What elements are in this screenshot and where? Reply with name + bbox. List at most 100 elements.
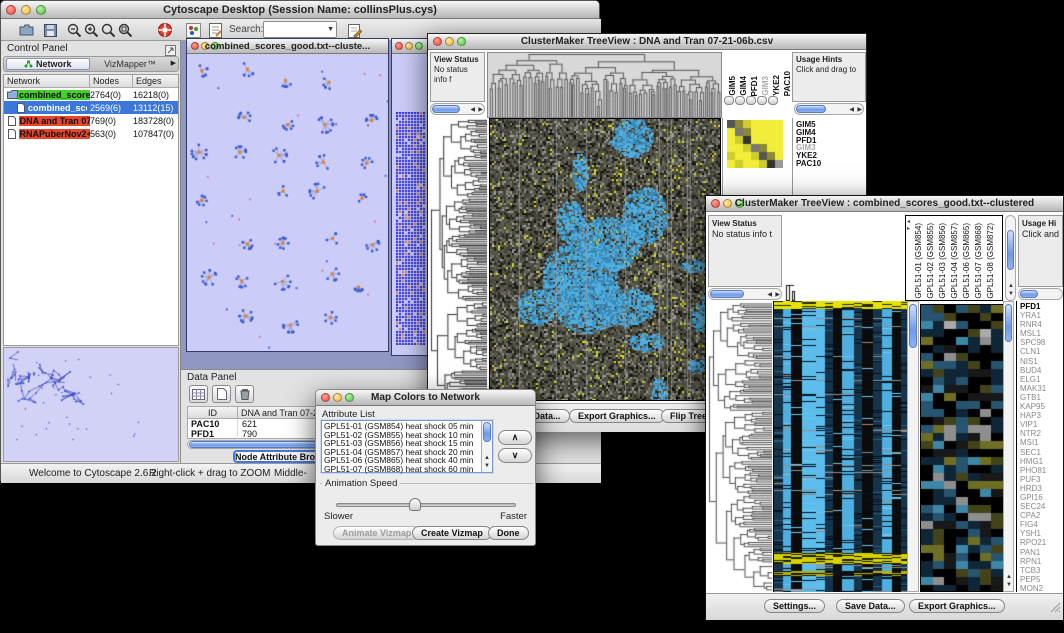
tv1-detail-heatmap[interactable] xyxy=(727,120,783,168)
col-header-edges[interactable]: Edges xyxy=(133,75,178,88)
zoom-button[interactable] xyxy=(415,42,423,50)
scroll-left-icon[interactable]: ◀ xyxy=(849,106,854,115)
tv1-usage-hscrollbar[interactable]: ◀ ▶ xyxy=(794,103,864,115)
tv2-labels-vscroll-thumb[interactable] xyxy=(1007,230,1014,270)
tv1-global-heatmap[interactable] xyxy=(489,118,721,401)
tv2-gene-label[interactable]: NIS1 xyxy=(1020,357,1063,366)
tv2-gene-label[interactable]: BUD4 xyxy=(1020,366,1063,375)
label-pane-arrows-icon[interactable]: ◂▸ xyxy=(907,218,910,232)
tv2-gene-label[interactable]: RPO21 xyxy=(1020,538,1063,547)
scroll-down-icon[interactable]: ▼ xyxy=(484,462,490,471)
network-overview-canvas[interactable] xyxy=(4,348,178,461)
network-name[interactable]: DNA and Tran 07 xyxy=(19,116,90,126)
tv2-column-label[interactable]: GPL51-08 (GSM872) xyxy=(986,223,995,299)
tv2-gene-label[interactable]: MSL1 xyxy=(1020,329,1063,338)
network-overview-panel[interactable] xyxy=(3,347,179,462)
tv1-detail-column-label[interactable]: PAC10 xyxy=(783,71,792,96)
cytoscape-titlebar[interactable]: Cytoscape Desktop (Session Name: collins… xyxy=(1,1,599,19)
zoom-in-icon[interactable] xyxy=(82,21,100,39)
minimize-button[interactable] xyxy=(405,42,413,50)
tv2-column-label[interactable]: GPL51-03 (GSM856) xyxy=(938,223,947,299)
tv1-select-button[interactable] xyxy=(757,96,767,105)
animate-vizmap-button[interactable]: Animate Vizmap xyxy=(333,526,420,540)
tv2-gene-label[interactable]: PFD1 xyxy=(1020,302,1063,311)
tv1-detail-row-label[interactable]: PAC10 xyxy=(796,160,866,168)
help-lifesaver-icon[interactable] xyxy=(156,21,174,39)
tv2-gene-label[interactable]: TCB3 xyxy=(1020,566,1063,575)
tv2-row-dendrogram[interactable] xyxy=(708,301,772,592)
tv2-gene-label[interactable]: KAP95 xyxy=(1020,402,1063,411)
scroll-down-icon[interactable]: ▼ xyxy=(1006,581,1012,590)
search-dropdown-icon[interactable]: ▼ xyxy=(327,26,334,33)
tv2-main-vscrollbar[interactable] xyxy=(907,301,919,592)
save-icon[interactable] xyxy=(41,21,59,39)
attribute-list-vscrollbar[interactable]: ▲ ▼ xyxy=(481,421,492,472)
tv2-gene-label[interactable]: FIG4 xyxy=(1020,520,1063,529)
network-table-row[interactable]: combined_scores2764(0)16218(0) xyxy=(4,88,178,101)
tv2-labels-vscrollbar[interactable]: ▲ ▼ xyxy=(1005,215,1016,301)
tv2-gene-label[interactable]: CLN1 xyxy=(1020,347,1063,356)
dense-network-canvas[interactable] xyxy=(396,112,426,345)
tv2-detail-vscroll-thumb[interactable] xyxy=(1005,304,1012,342)
edit-attributes-icon[interactable] xyxy=(345,21,363,39)
vizmapper-icon[interactable] xyxy=(184,21,202,39)
tv2-column-dendrogram[interactable] xyxy=(784,215,904,301)
tv2-gene-label[interactable]: SEC24 xyxy=(1020,502,1063,511)
tv2-save-data-button[interactable]: Save Data... xyxy=(836,599,905,613)
attr-col-id[interactable]: ID xyxy=(188,407,238,419)
resize-grip-icon[interactable] xyxy=(1049,600,1061,618)
tv2-column-label[interactable]: GPL51-04 (GSM857) xyxy=(950,223,959,299)
network-table-row[interactable]: DNA and Tran 07769(0)183728(0) xyxy=(4,114,178,127)
tab-vizmapper[interactable]: VizMapper™ xyxy=(94,58,166,70)
attribute-list-vscroll-thumb[interactable] xyxy=(483,422,491,442)
tv2-detail-heatmap[interactable] xyxy=(920,304,1004,592)
open-file-icon[interactable] xyxy=(17,21,35,39)
scroll-left-icon[interactable]: ◀ xyxy=(767,291,772,300)
scroll-down-icon[interactable]: ▼ xyxy=(1008,290,1014,299)
tv2-gene-label[interactable]: NTR2 xyxy=(1020,429,1063,438)
network-name[interactable]: combined_sco xyxy=(27,103,87,113)
attribute-listbox[interactable]: GPL51-01 (GSM854) heat shock 05 minGPL51… xyxy=(321,420,493,473)
slider-thumb[interactable] xyxy=(409,498,421,511)
tv1-reset-button[interactable] xyxy=(768,96,778,105)
tv2-gene-label[interactable]: GTB1 xyxy=(1020,393,1063,402)
tv2-gene-label[interactable]: MSI1 xyxy=(1020,438,1063,447)
tv2-gene-label[interactable]: ELG1 xyxy=(1020,375,1063,384)
network-canvas[interactable] xyxy=(187,54,388,351)
tv1-detail-column-label[interactable]: PFD1 xyxy=(750,76,759,96)
tv2-column-label[interactable]: GPL51-01 (GSM854) xyxy=(914,223,923,299)
select-attributes-icon[interactable] xyxy=(189,385,208,403)
tv1-status-hscrollbar[interactable]: ◀ ▶ xyxy=(430,103,485,115)
tv2-gene-label[interactable]: PAN1 xyxy=(1020,548,1063,557)
tv2-gene-label[interactable]: YRA1 xyxy=(1020,311,1063,320)
tv2-gene-label[interactable]: GPI16 xyxy=(1020,493,1063,502)
animation-speed-slider[interactable] xyxy=(336,503,516,507)
zoom-out-icon[interactable] xyxy=(65,21,83,39)
node-attribute-browser-tab[interactable]: Node Attribute Brows xyxy=(233,450,325,463)
tv2-gene-label[interactable]: MON2 xyxy=(1020,584,1063,592)
tv2-gene-label[interactable]: PUF3 xyxy=(1020,475,1063,484)
tab-network[interactable]: Network xyxy=(6,58,90,70)
tv2-status-hscrollbar[interactable]: ◀ ▶ xyxy=(708,288,782,300)
tv2-gene-label[interactable]: HRD3 xyxy=(1020,484,1063,493)
network-frame-hidden-titlebar[interactable] xyxy=(392,39,431,54)
tv1-pan-button[interactable] xyxy=(746,96,756,105)
network-table-row[interactable]: combined_sco2569(6)13112(15) xyxy=(4,101,178,114)
tv2-usage-hscrollbar[interactable] xyxy=(1018,288,1063,300)
network-frame-titlebar[interactable]: combined_scores_good.txt--cluste... xyxy=(187,39,388,54)
tv2-export-graphics-button[interactable]: Export Graphics... xyxy=(909,599,1005,613)
search-input[interactable]: ▼ xyxy=(263,21,337,38)
tv1-usage-hscroll-thumb[interactable] xyxy=(796,105,826,113)
create-vizmap-button[interactable]: Create Vizmap xyxy=(412,526,492,540)
treeview1-titlebar[interactable]: ClusterMaker TreeView : DNA and Tran 07-… xyxy=(428,34,866,50)
tv2-gene-label[interactable]: HAP3 xyxy=(1020,411,1063,420)
tv2-main-vscroll-thumb[interactable] xyxy=(909,304,917,348)
tv2-gene-label[interactable]: RNR4 xyxy=(1020,320,1063,329)
tv2-gene-label[interactable]: YSH1 xyxy=(1020,529,1063,538)
delete-attribute-icon[interactable] xyxy=(235,385,254,403)
tv1-detail-column-label[interactable]: GIM4 xyxy=(739,76,748,96)
tv1-detail-column-label[interactable]: YKE2 xyxy=(772,75,781,96)
new-attribute-icon[interactable] xyxy=(212,385,231,403)
network-name[interactable]: RNAPuberNov2+ xyxy=(19,129,91,139)
tv2-gene-label[interactable]: PHO81 xyxy=(1020,466,1063,475)
